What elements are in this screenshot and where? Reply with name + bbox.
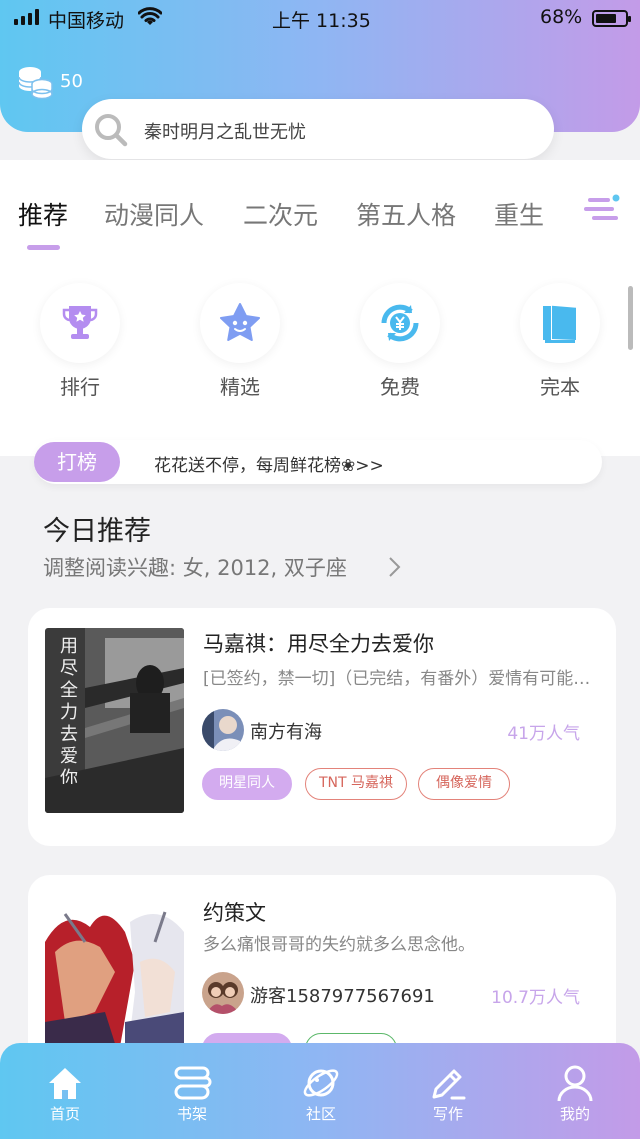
nav-label: 我的 xyxy=(559,1105,590,1123)
bottom-navigation: 首页 书架 社区 写作 我的 xyxy=(0,1043,640,1139)
nav-label: 首页 xyxy=(49,1105,80,1123)
book-description: [已签约，禁一切]（已完结，有番外）爱情有可能的话，我想和你在一起 xyxy=(203,669,603,689)
section-title: 今日推荐 xyxy=(43,516,151,547)
quick-link-label: 完本 xyxy=(540,375,580,399)
popularity-count: 10.7万人气 xyxy=(491,988,580,1008)
popularity-count: 41万人气 xyxy=(507,724,580,744)
svg-text:你: 你 xyxy=(60,768,78,784)
vote-badge[interactable]: 打榜 xyxy=(34,442,120,482)
pen-icon xyxy=(432,1069,466,1100)
quick-link-label: 免费 xyxy=(380,375,420,399)
flower-ranking-banner[interactable]: 打榜 花花送不停，每周鲜花榜❀>> xyxy=(34,440,602,484)
quick-link-featured[interactable]: 精选 xyxy=(200,283,280,400)
svg-text:全: 全 xyxy=(60,680,78,701)
quick-link-completed[interactable]: 完本 xyxy=(520,283,600,400)
battery-icon xyxy=(592,10,631,27)
svg-text:去: 去 xyxy=(60,724,78,745)
wifi-icon xyxy=(138,7,162,25)
coin-count: 50 xyxy=(60,71,83,92)
svg-text:用: 用 xyxy=(60,636,78,657)
book-tag[interactable]: 明星同人 xyxy=(202,768,292,800)
author-name[interactable]: 游客1587977567691 xyxy=(250,982,435,1008)
search-placeholder: 秦时明月之乱世无忧 xyxy=(144,122,306,143)
banner-text: 花花送不停，每周鲜花榜❀>> xyxy=(154,456,384,476)
planet-icon xyxy=(303,1069,339,1097)
active-tab-indicator xyxy=(27,245,60,250)
nav-bookshelf[interactable]: 书架 xyxy=(142,1043,242,1139)
svg-text:爱: 爱 xyxy=(60,746,78,767)
nav-home[interactable]: 首页 xyxy=(15,1043,115,1139)
nav-label: 书架 xyxy=(176,1105,207,1123)
book-card[interactable]: 用 尽 全 力 去 爱 你 马嘉祺：用尽全力去爱你 [已签约，禁一切]（已完结，… xyxy=(28,608,616,846)
reading-interest-link[interactable]: 调整阅读兴趣: 女, 2012, 双子座 xyxy=(43,552,347,582)
tab-rebirth[interactable]: 重生 xyxy=(494,196,544,232)
trophy-icon xyxy=(62,306,98,339)
author-avatar[interactable] xyxy=(202,709,244,751)
carrier-name: 中国移动 xyxy=(48,10,125,32)
nav-label: 写作 xyxy=(432,1105,463,1123)
quick-link-label: 精选 xyxy=(220,375,260,399)
star-icon xyxy=(220,303,260,341)
search-bar[interactable]: 秦时明月之乱世无忧 xyxy=(82,99,554,159)
home-icon xyxy=(49,1068,81,1099)
quick-link-ranking[interactable]: 排行 xyxy=(40,283,120,400)
category-tabs: 推荐 动漫同人 二次元 第五人格 重生 xyxy=(0,180,640,250)
book-title[interactable]: 马嘉祺：用尽全力去爱你 xyxy=(203,628,434,658)
category-menu-icon[interactable] xyxy=(584,194,620,224)
bookshelf-icon xyxy=(174,1066,212,1100)
cover-title-art: 用 尽 全 力 去 爱 你 xyxy=(60,636,78,784)
nav-write[interactable]: 写作 xyxy=(398,1043,498,1139)
user-icon xyxy=(557,1065,593,1102)
tab-identity-v[interactable]: 第五人格 xyxy=(356,196,456,232)
book-icon xyxy=(543,304,577,343)
signal-icon xyxy=(14,9,39,25)
book-title[interactable]: 约策文 xyxy=(203,897,266,927)
tab-recommend[interactable]: 推荐 xyxy=(18,196,68,232)
svg-text:尽: 尽 xyxy=(60,658,78,679)
search-icon xyxy=(95,114,128,147)
book-tag[interactable]: TNT 马嘉祺 xyxy=(305,768,407,800)
yen-refresh-icon xyxy=(381,304,419,342)
chevron-right-icon xyxy=(389,557,401,577)
quick-link-label: 排行 xyxy=(60,375,100,399)
scrollbar[interactable] xyxy=(628,286,633,350)
clock: 上午 11:35 xyxy=(272,10,371,32)
author-name[interactable]: 南方有海 xyxy=(250,718,322,744)
author-avatar[interactable] xyxy=(202,972,244,1014)
book-tag[interactable]: 偶像爱情 xyxy=(418,768,510,800)
coin-stack-icon[interactable] xyxy=(16,64,54,100)
tab-acg[interactable]: 二次元 xyxy=(243,196,318,232)
book-description: 多么痛恨哥哥的失约就多么思念他。 xyxy=(203,935,475,955)
battery-percent: 68% xyxy=(540,6,583,28)
svg-text:力: 力 xyxy=(60,702,78,723)
status-bar: 中国移动 上午 11:35 68% xyxy=(0,0,640,36)
nav-community[interactable]: 社区 xyxy=(271,1043,371,1139)
tab-anime-fanfic[interactable]: 动漫同人 xyxy=(104,196,204,232)
nav-label: 社区 xyxy=(305,1105,336,1123)
nav-profile[interactable]: 我的 xyxy=(525,1043,625,1139)
quick-link-free[interactable]: 免费 xyxy=(360,283,440,400)
